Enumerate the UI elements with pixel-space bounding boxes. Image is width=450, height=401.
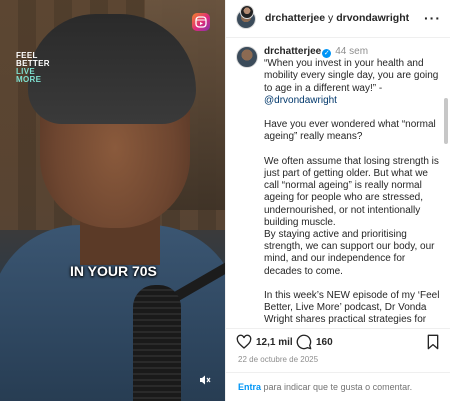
caption-text: By staying active and prioritising stren… xyxy=(264,229,435,277)
mention-link[interactable]: @drvondawright xyxy=(264,95,442,107)
scrollbar-thumb[interactable] xyxy=(444,98,448,144)
save-button[interactable] xyxy=(425,334,445,350)
post-date[interactable]: 22 de octubre de 2025 xyxy=(238,355,318,364)
like-count[interactable]: 12,1 mil xyxy=(256,337,293,348)
login-link[interactable]: Entra xyxy=(238,382,261,392)
avatar[interactable] xyxy=(236,46,258,68)
more-icon[interactable]: ··· xyxy=(424,10,441,26)
caption-text: “When you invest in your health and mobi… xyxy=(264,58,439,94)
caption-text: We often assume that losing strength is … xyxy=(264,155,439,228)
comment-button[interactable]: 160 xyxy=(296,334,333,350)
author-conjunction: y xyxy=(328,12,334,24)
like-button[interactable]: 12,1 mil xyxy=(236,334,293,350)
logo-line: MORE xyxy=(16,75,42,84)
podcast-logo: FEEL BETTER LIVE MORE xyxy=(16,52,50,84)
post-authors: drchatterjee y drvondawright xyxy=(265,12,409,24)
video-caption: IN YOUR 70S xyxy=(70,263,157,279)
post-media[interactable]: FEEL BETTER LIVE MORE IN YOUR 70S xyxy=(0,0,225,401)
post-details-panel: drchatterjee y drvondawright ··· drchatt… xyxy=(225,0,450,401)
comment-time[interactable]: 44 sem xyxy=(335,46,368,57)
login-prompt-text: para indicar que te gusta o comentar. xyxy=(261,382,413,392)
post-header: drchatterjee y drvondawright ··· xyxy=(226,0,450,38)
microphone xyxy=(133,285,181,401)
action-bar: 12,1 mil 160 xyxy=(226,328,450,354)
caption-comment: drchatterjee ✓ 44 sem “When you invest in … xyxy=(226,38,450,328)
mute-icon[interactable] xyxy=(197,372,213,388)
caption-body: drchatterjee ✓ 44 sem “When you invest in … xyxy=(264,46,442,327)
author-link[interactable]: drvondawright xyxy=(336,12,409,24)
verified-icon: ✓ xyxy=(322,49,332,58)
reels-icon xyxy=(192,13,210,31)
author-link[interactable]: drchatterjee xyxy=(265,12,325,24)
comment-icon xyxy=(296,334,312,350)
login-prompt: Entra para indicar que te gusta o coment… xyxy=(238,382,412,392)
avatar[interactable] xyxy=(240,5,254,19)
bookmark-icon xyxy=(427,334,439,350)
heart-icon xyxy=(236,334,252,349)
caption-text: In this week’s NEW episode of my ‘Feel B… xyxy=(264,290,440,326)
comment-username[interactable]: drchatterjee xyxy=(264,46,321,57)
caption-text: Have you ever wondered what “normal agei… xyxy=(264,119,436,143)
comment-count[interactable]: 160 xyxy=(316,337,333,348)
add-comment-bar: Entra para indicar que te gusta o coment… xyxy=(226,372,450,401)
